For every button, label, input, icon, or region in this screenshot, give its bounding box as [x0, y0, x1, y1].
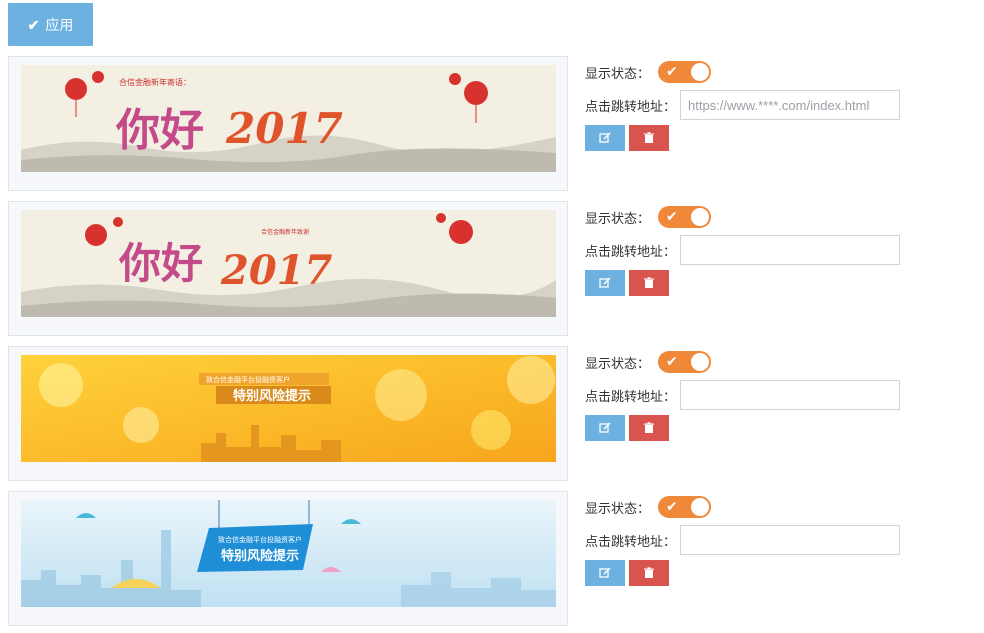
trash-icon — [644, 277, 654, 288]
banner-small-text: 合信金融新年寄语： — [119, 77, 191, 87]
banner-frame: 合信金融新年致谢 你好 2017 — [8, 201, 568, 336]
banner-image: 合信金融新年致谢 你好 2017 — [21, 210, 556, 317]
url-input[interactable] — [680, 235, 900, 265]
edit-button[interactable] — [585, 415, 625, 441]
newyear-banner-graphic: 合信金融新年致谢 你好 2017 — [21, 210, 556, 317]
check-icon: ✔ — [666, 354, 678, 370]
delete-button[interactable] — [629, 270, 669, 296]
edit-icon — [599, 567, 611, 578]
check-icon: ✔ — [666, 209, 678, 225]
url-label: 点击跳转地址： — [585, 245, 677, 260]
banner-frame: 致合信金融平台投融资客户 特别风险提示 — [8, 346, 568, 481]
banner-row: 合信金融新年寄语： 你好 2017 显示状态： ✔ 点击跳转地址： — [8, 56, 908, 191]
banner-image: 致合信金融平台投融资客户 特别风险提示 — [21, 355, 556, 462]
check-icon: ✔ — [27, 16, 40, 33]
banner-title-text: 特别风险提示 — [233, 388, 311, 404]
risk-banner-graphic: 致合信金融平台投融资客户 特别风险提示 — [21, 500, 556, 607]
banner-small-text: 致合信金融平台投融资客户 — [206, 375, 290, 384]
banner-title-text: 你好 — [118, 239, 203, 288]
status-label: 显示状态： — [585, 212, 651, 227]
trash-icon — [644, 422, 654, 433]
status-label: 显示状态： — [585, 502, 651, 517]
banner-image: 合信金融新年寄语： 你好 2017 — [21, 65, 556, 172]
delete-button[interactable] — [629, 125, 669, 151]
url-label: 点击跳转地址： — [585, 100, 677, 115]
banner-frame: 致合信金融平台投融资客户 特别风险提示 — [8, 491, 568, 626]
toggle-knob — [691, 208, 709, 226]
status-toggle[interactable]: ✔ — [658, 496, 711, 518]
risk-banner-graphic: 致合信金融平台投融资客户 特别风险提示 — [21, 355, 556, 462]
toggle-knob — [691, 498, 709, 516]
trash-icon — [644, 132, 654, 143]
url-label: 点击跳转地址： — [585, 390, 677, 405]
toggle-knob — [691, 63, 709, 81]
url-input[interactable] — [680, 90, 900, 120]
banner-small-text: 致合信金融平台投融资客户 — [218, 535, 302, 544]
delete-button[interactable] — [629, 415, 669, 441]
banner-year-text: 2017 — [225, 104, 343, 153]
url-input[interactable] — [680, 525, 900, 555]
status-label: 显示状态： — [585, 357, 651, 372]
newyear-banner-graphic: 合信金融新年寄语： 你好 2017 — [21, 65, 556, 172]
delete-button[interactable] — [629, 560, 669, 586]
status-toggle[interactable]: ✔ — [658, 61, 711, 83]
status-toggle[interactable]: ✔ — [658, 351, 711, 373]
apply-button[interactable]: ✔ 应用 — [8, 3, 93, 46]
banner-row: 合信金融新年致谢 你好 2017 显示状态： ✔ 点击跳转地址： — [8, 201, 908, 336]
edit-icon — [599, 132, 611, 143]
check-icon: ✔ — [666, 64, 678, 80]
banner-frame: 合信金融新年寄语： 你好 2017 — [8, 56, 568, 191]
banner-image: 致合信金融平台投融资客户 特别风险提示 — [21, 500, 556, 607]
apply-button-label: 应用 — [45, 16, 74, 33]
check-icon: ✔ — [666, 499, 678, 515]
banner-row: 致合信金融平台投融资客户 特别风险提示 显示状态： ✔ 点击跳转地址： — [8, 346, 908, 481]
edit-button[interactable] — [585, 125, 625, 151]
status-toggle[interactable]: ✔ — [658, 206, 711, 228]
edit-icon — [599, 422, 611, 433]
trash-icon — [644, 567, 654, 578]
edit-button[interactable] — [585, 560, 625, 586]
edit-icon — [599, 277, 611, 288]
banner-title-text: 特别风险提示 — [221, 548, 299, 564]
banner-row: 致合信金融平台投融资客户 特别风险提示 显示状态： ✔ 点击跳转地址： — [8, 491, 908, 626]
status-label: 显示状态： — [585, 67, 651, 82]
edit-button[interactable] — [585, 270, 625, 296]
url-input[interactable] — [680, 380, 900, 410]
url-label: 点击跳转地址： — [585, 535, 677, 550]
banner-title-text: 你好 — [115, 105, 204, 156]
toggle-knob — [691, 353, 709, 371]
banner-small-text: 合信金融新年致谢 — [261, 228, 309, 236]
banner-year-text: 2017 — [220, 247, 332, 294]
